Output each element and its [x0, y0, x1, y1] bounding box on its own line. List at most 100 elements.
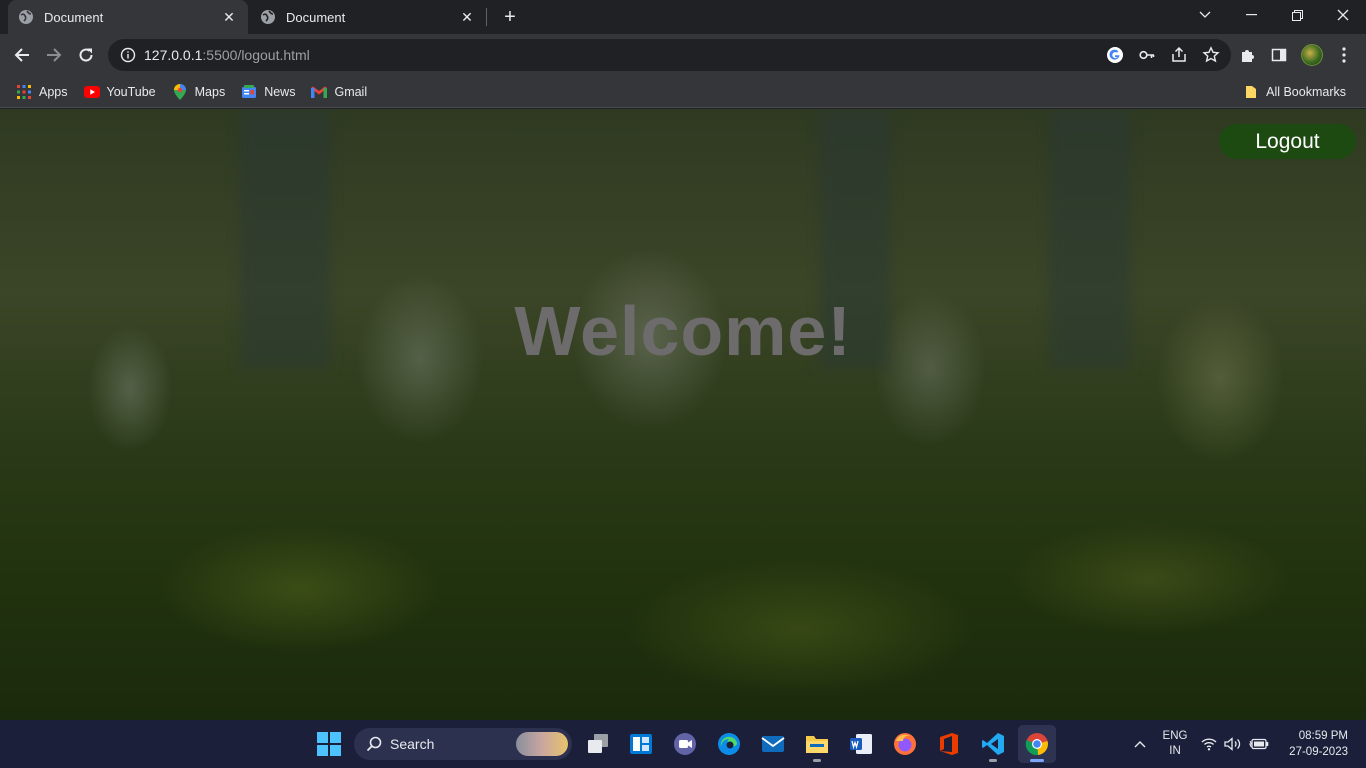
bookmark-gmail[interactable]: Gmail: [305, 79, 373, 105]
clock-button[interactable]: 08:59 PM 27-09-2023: [1278, 720, 1348, 768]
folder-icon: [806, 736, 828, 753]
windows-logo-icon: [317, 732, 341, 756]
tab-document[interactable]: Document ✕: [250, 0, 486, 34]
maps-pin-icon: [172, 83, 188, 100]
page-content: Logout Welcome!: [0, 109, 1366, 720]
widgets-icon: [630, 734, 652, 754]
chrome-button[interactable]: [1018, 725, 1056, 763]
chrome-icon: [1025, 733, 1048, 756]
browser-toolbar: 127.0.0.1:5500/logout.html: [0, 34, 1366, 76]
quick-settings-button[interactable]: [1198, 720, 1272, 768]
clock-time: 08:59 PM: [1298, 730, 1348, 742]
key-icon[interactable]: [1135, 43, 1159, 67]
search-highlight-icon: [516, 732, 568, 756]
chevron-up-icon: [1134, 741, 1146, 748]
all-bookmarks-label: All Bookmarks: [1266, 85, 1346, 99]
tab-title: Document: [286, 9, 346, 25]
teams-chat-button[interactable]: [666, 725, 704, 763]
bookmark-star-icon[interactable]: [1199, 43, 1223, 67]
search-icon: [366, 736, 382, 752]
logout-button[interactable]: Logout: [1219, 124, 1356, 159]
firefox-icon: [894, 733, 916, 755]
widgets-button[interactable]: [622, 725, 660, 763]
globe-icon: [18, 9, 34, 25]
task-view-button[interactable]: [579, 725, 617, 763]
minimize-icon[interactable]: [1228, 0, 1274, 30]
running-indicator: [989, 759, 997, 762]
vscode-icon: [982, 733, 1004, 755]
mail-button[interactable]: [754, 725, 792, 763]
chevron-down-icon[interactable]: [1182, 0, 1228, 30]
globe-icon: [260, 9, 276, 25]
close-icon[interactable]: [1320, 0, 1366, 30]
tab-close-icon[interactable]: ✕: [458, 8, 476, 26]
running-indicator: [1030, 759, 1044, 762]
teams-chat-icon: [674, 733, 696, 755]
show-hidden-icons-button[interactable]: [1128, 720, 1152, 768]
battery-charging-icon: [1249, 738, 1269, 750]
vscode-button[interactable]: [974, 725, 1012, 763]
forward-arrow-icon: [47, 48, 62, 62]
new-tab-button[interactable]: +: [498, 5, 522, 29]
google-lens-icon[interactable]: [1103, 43, 1127, 67]
bookmark-label: News: [264, 84, 296, 99]
bookmark-label: Maps: [194, 84, 226, 99]
url-text[interactable]: 127.0.0.1:5500/logout.html: [144, 47, 310, 63]
restore-icon[interactable]: [1274, 0, 1320, 30]
bookmark-label: YouTube: [106, 84, 156, 99]
share-icon[interactable]: [1167, 43, 1191, 67]
tab-close-icon[interactable]: ✕: [220, 8, 238, 26]
edge-button[interactable]: [710, 725, 748, 763]
tab-title: Document: [44, 9, 104, 25]
language-code: ENG: [1162, 730, 1188, 742]
start-button[interactable]: [310, 725, 348, 763]
tab-strip: Document ✕ Document ✕ +: [0, 0, 1366, 34]
office-icon: [940, 733, 958, 755]
profile-avatar[interactable]: [1298, 41, 1326, 69]
bookmark-youtube[interactable]: YouTube: [78, 79, 162, 105]
word-button[interactable]: [842, 725, 880, 763]
youtube-icon: [83, 84, 100, 100]
menu-kebab-icon[interactable]: [1330, 41, 1358, 69]
taskbar-search[interactable]: Search: [354, 728, 572, 760]
omnibox-actions: [1103, 43, 1223, 67]
all-bookmarks-button[interactable]: All Bookmarks: [1237, 79, 1352, 105]
reload-button[interactable]: [72, 41, 100, 69]
windows-taskbar: Search ENG IN 08:59 PM 27-09-2023: [0, 720, 1366, 768]
running-indicator: [813, 759, 821, 762]
back-button[interactable]: [8, 41, 36, 69]
word-icon: [850, 734, 872, 754]
task-view-icon: [588, 734, 608, 753]
tab-document-active[interactable]: Document ✕: [8, 0, 248, 34]
news-icon: [241, 84, 257, 100]
volume-icon: [1224, 737, 1241, 751]
office-button[interactable]: [930, 725, 968, 763]
bookmark-label: Gmail: [334, 84, 368, 99]
forward-button[interactable]: [40, 41, 68, 69]
search-label: Search: [390, 736, 435, 752]
extensions-icon[interactable]: [1234, 41, 1262, 69]
bookmark-apps[interactable]: Apps: [10, 79, 74, 105]
edge-icon: [718, 733, 740, 755]
bookmark-maps[interactable]: Maps: [166, 79, 232, 105]
welcome-heading: Welcome!: [514, 292, 852, 370]
back-arrow-icon: [14, 48, 29, 62]
language-indicator[interactable]: ENG IN: [1158, 720, 1192, 768]
wifi-icon: [1201, 738, 1217, 751]
tab-separator: [486, 8, 487, 26]
site-info-icon[interactable]: [112, 47, 144, 63]
gmail-icon: [311, 84, 328, 100]
side-panel-icon[interactable]: [1265, 41, 1293, 69]
url-host: 127.0.0.1: [144, 47, 203, 63]
address-bar[interactable]: 127.0.0.1:5500/logout.html: [108, 39, 1231, 71]
firefox-button[interactable]: [886, 725, 924, 763]
avatar: [1301, 44, 1323, 66]
clock-date: 27-09-2023: [1289, 746, 1348, 758]
language-region: IN: [1169, 745, 1181, 757]
reload-icon: [79, 48, 93, 62]
file-explorer-button[interactable]: [798, 725, 836, 763]
bookmark-news[interactable]: News: [235, 79, 301, 105]
apps-grid-icon: [16, 84, 32, 100]
mail-icon: [761, 736, 785, 752]
bookmarks-bar: Apps YouTube Maps News Gmail All Bookmar…: [0, 76, 1366, 108]
